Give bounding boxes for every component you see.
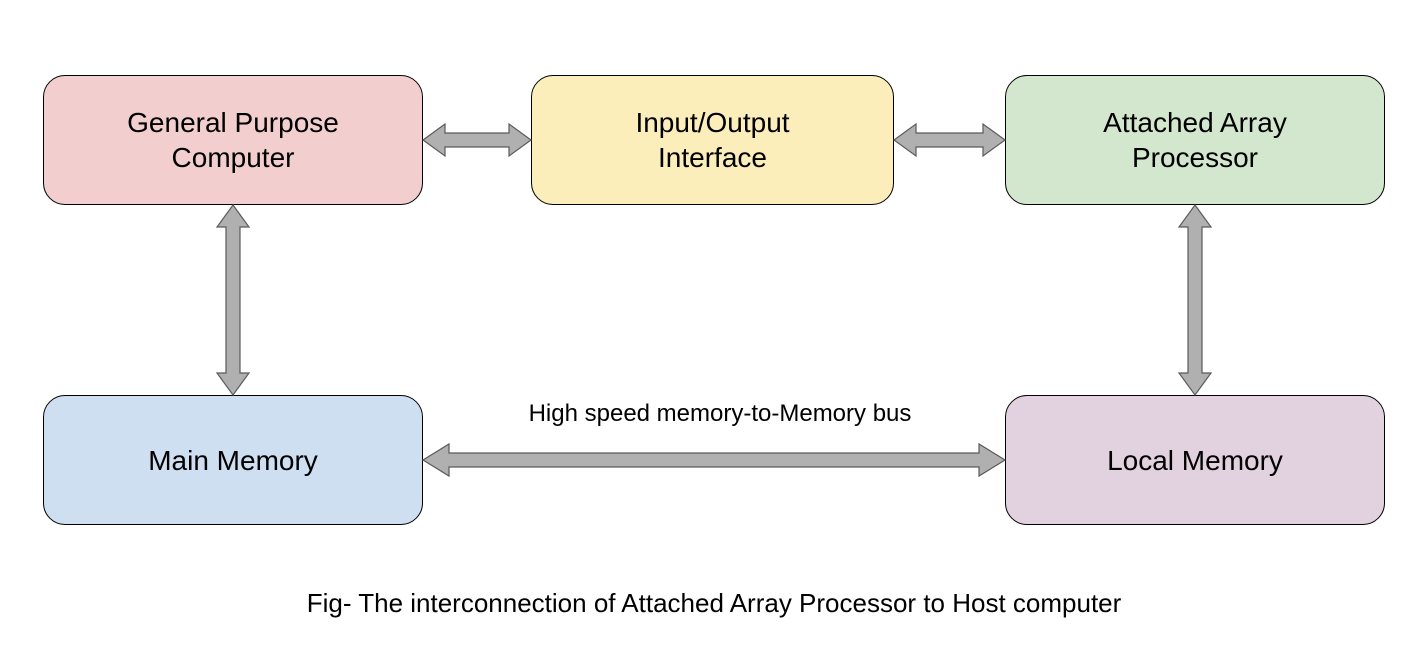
node-attached-array-processor: Attached Array Processor	[1005, 75, 1385, 205]
arrow-gpc-main	[215, 205, 251, 395]
node-main-memory: Main Memory	[43, 395, 423, 525]
arrow-io-aap	[894, 122, 1005, 158]
arrow-aap-local	[1177, 205, 1213, 395]
node-local-memory: Local Memory	[1005, 395, 1385, 525]
node-label: Main Memory	[148, 443, 318, 478]
bus-label: High speed memory-to-Memory bus	[520, 400, 920, 428]
arrow-memory-bus	[423, 442, 1005, 478]
node-label: Input/Output Interface	[635, 105, 789, 175]
node-label: Attached Array Processor	[1103, 105, 1287, 175]
figure-caption: Fig- The interconnection of Attached Arr…	[0, 588, 1428, 619]
node-general-purpose-computer: General Purpose Computer	[43, 75, 423, 205]
arrow-gpc-io	[423, 122, 531, 158]
node-io-interface: Input/Output Interface	[531, 75, 894, 205]
node-label: General Purpose Computer	[127, 105, 339, 175]
node-label: Local Memory	[1107, 443, 1283, 478]
